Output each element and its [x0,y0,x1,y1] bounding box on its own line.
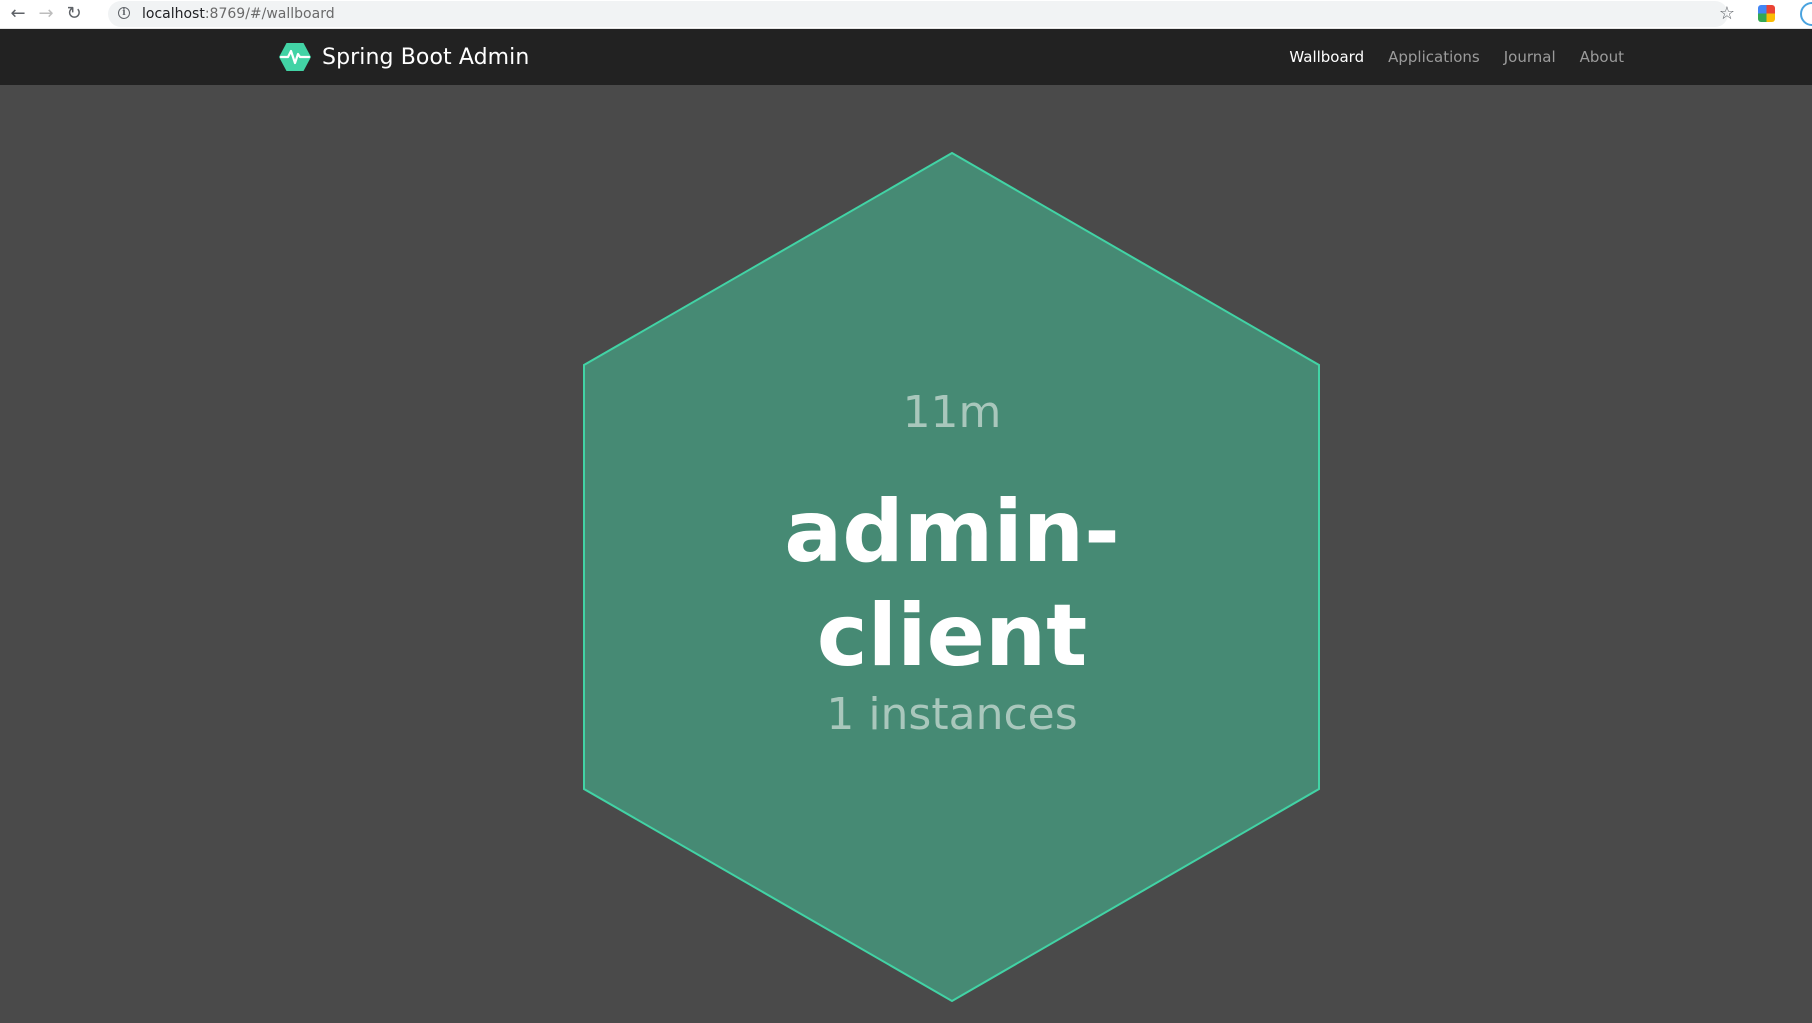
application-hexagon[interactable]: 11m admin- client 1 instances [583,152,1321,1002]
back-icon[interactable]: ← [6,2,30,26]
hexagon-content: 11m admin- client 1 instances [583,152,1321,1002]
url-text[interactable]: localhost:8769/#/wallboard [142,5,335,23]
forward-icon[interactable]: → [34,2,58,26]
nav-applications[interactable]: Applications [1388,48,1480,66]
nav-links: Wallboard Applications Journal About [1265,29,1624,85]
instances-count: 1 instances [826,689,1078,740]
application-name: admin- client [583,480,1321,688]
application-name-line2: client [816,586,1088,686]
browser-toolbar: ← → ↻ i localhost:8769/#/wallboard ☆ [0,0,1812,29]
url-path: :8769/#/wallboard [204,6,335,22]
info-icon[interactable]: i [118,7,130,19]
nav-wallboard[interactable]: Wallboard [1289,48,1364,66]
heartbeat-hexagon-icon [279,43,311,71]
brand[interactable]: Spring Boot Admin [278,41,529,73]
nav-journal[interactable]: Journal [1504,48,1556,66]
brand-title: Spring Boot Admin [322,44,530,70]
address-bar[interactable]: i localhost:8769/#/wallboard [108,1,1728,27]
reload-icon[interactable]: ↻ [62,2,86,26]
url-host: localhost [142,6,205,22]
profile-icon[interactable] [1800,2,1812,26]
app-navbar: Spring Boot Admin Wallboard Applications… [0,29,1812,85]
wallboard: 11m admin- client 1 instances [0,85,1812,1023]
application-name-line1: admin- [784,482,1120,582]
star-icon[interactable]: ☆ [1715,2,1739,26]
nav-about[interactable]: About [1580,48,1624,66]
extension-icon[interactable] [1758,5,1775,22]
uptime-label: 11m [902,387,1002,438]
